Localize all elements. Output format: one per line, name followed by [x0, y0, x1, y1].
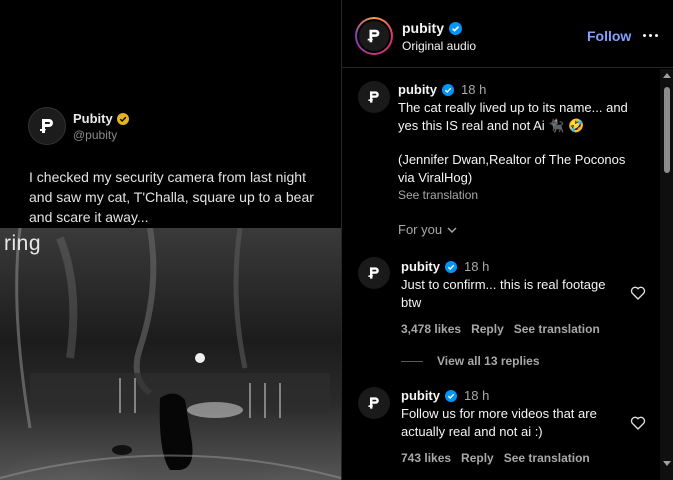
video-player[interactable]: Pubity @pubity I checked my security cam…	[0, 0, 341, 480]
comments-list: pubity 18 h The cat really lived up to i…	[342, 69, 660, 480]
comment-text: Just to confirm... this is real footage …	[401, 277, 606, 310]
comment-time[interactable]: 18 h	[464, 388, 489, 403]
author-username[interactable]: pubity	[402, 20, 462, 36]
comment-username[interactable]: pubity	[401, 259, 440, 274]
caption-avatar[interactable]	[358, 81, 390, 113]
gold-verified-icon	[116, 112, 129, 125]
see-translation-link[interactable]: See translation	[514, 322, 600, 336]
scroll-down-arrow-icon[interactable]	[663, 461, 671, 466]
comment-username[interactable]: pubity	[401, 388, 440, 403]
see-translation-link[interactable]: See translation	[504, 451, 590, 465]
comment-actions: 743 likes Reply See translation	[401, 451, 590, 465]
embedded-tweet: Pubity @pubity I checked my security cam…	[0, 0, 341, 232]
post-details-panel: pubity Original audio Follow pubity 18 h	[341, 0, 673, 480]
verified-badge-icon	[445, 260, 457, 273]
pubity-logo-icon	[368, 397, 379, 409]
audio-label[interactable]: Original audio	[402, 39, 476, 53]
follow-button[interactable]: Follow	[587, 28, 631, 44]
scrollbar-thumb[interactable]	[664, 87, 670, 173]
caption-username[interactable]: pubity	[398, 82, 437, 97]
comments-scrollbar[interactable]	[660, 69, 673, 480]
comment-time[interactable]: 18 h	[464, 259, 489, 274]
scroll-up-arrow-icon[interactable]	[663, 73, 671, 78]
comment-avatar[interactable]	[358, 387, 390, 419]
reply-button[interactable]: Reply	[461, 451, 494, 465]
author-avatar[interactable]	[355, 17, 393, 55]
comment-header: pubity 18 h	[401, 388, 489, 403]
pubity-logo-icon	[368, 91, 379, 103]
tweet-author-name: Pubity	[73, 111, 129, 126]
replies-divider	[401, 360, 423, 362]
view-replies-button[interactable]: View all 13 replies	[401, 354, 540, 368]
tweet-handle: @pubity	[73, 128, 118, 142]
pubity-logo-icon	[40, 119, 53, 133]
tweet-avatar	[28, 107, 66, 145]
caption-time[interactable]: 18 h	[461, 82, 486, 97]
caption-text: The cat really lived up to its name... a…	[398, 100, 628, 185]
reply-button[interactable]: Reply	[471, 322, 504, 336]
ring-watermark: ring	[4, 232, 42, 255]
comment-actions: 3,478 likes Reply See translation	[401, 322, 600, 336]
more-options-icon[interactable]	[640, 26, 660, 44]
post-header: pubity Original audio Follow	[342, 0, 673, 68]
chevron-down-icon	[447, 227, 457, 233]
comment-likes[interactable]: 3,478 likes	[401, 322, 461, 336]
caption-header: pubity 18 h	[398, 82, 486, 97]
footage-scene	[0, 228, 341, 479]
tweet-text: I checked my security camera from last n…	[29, 169, 314, 225]
verified-badge-icon	[442, 83, 454, 96]
verified-badge-icon	[445, 389, 457, 402]
comment-avatar[interactable]	[358, 257, 390, 289]
comment-header: pubity 18 h	[401, 259, 489, 274]
sort-dropdown[interactable]: For you	[398, 222, 457, 237]
comment-text: Follow us for more videos that are actua…	[401, 406, 597, 439]
security-camera-footage	[0, 228, 341, 480]
pubity-logo-icon	[367, 29, 380, 43]
caption-see-translation[interactable]: See translation	[398, 188, 478, 202]
like-heart-icon[interactable]	[630, 285, 646, 301]
verified-badge-icon	[449, 21, 462, 35]
comment-likes[interactable]: 743 likes	[401, 451, 451, 465]
pubity-logo-icon	[368, 267, 379, 279]
like-heart-icon[interactable]	[630, 415, 646, 431]
